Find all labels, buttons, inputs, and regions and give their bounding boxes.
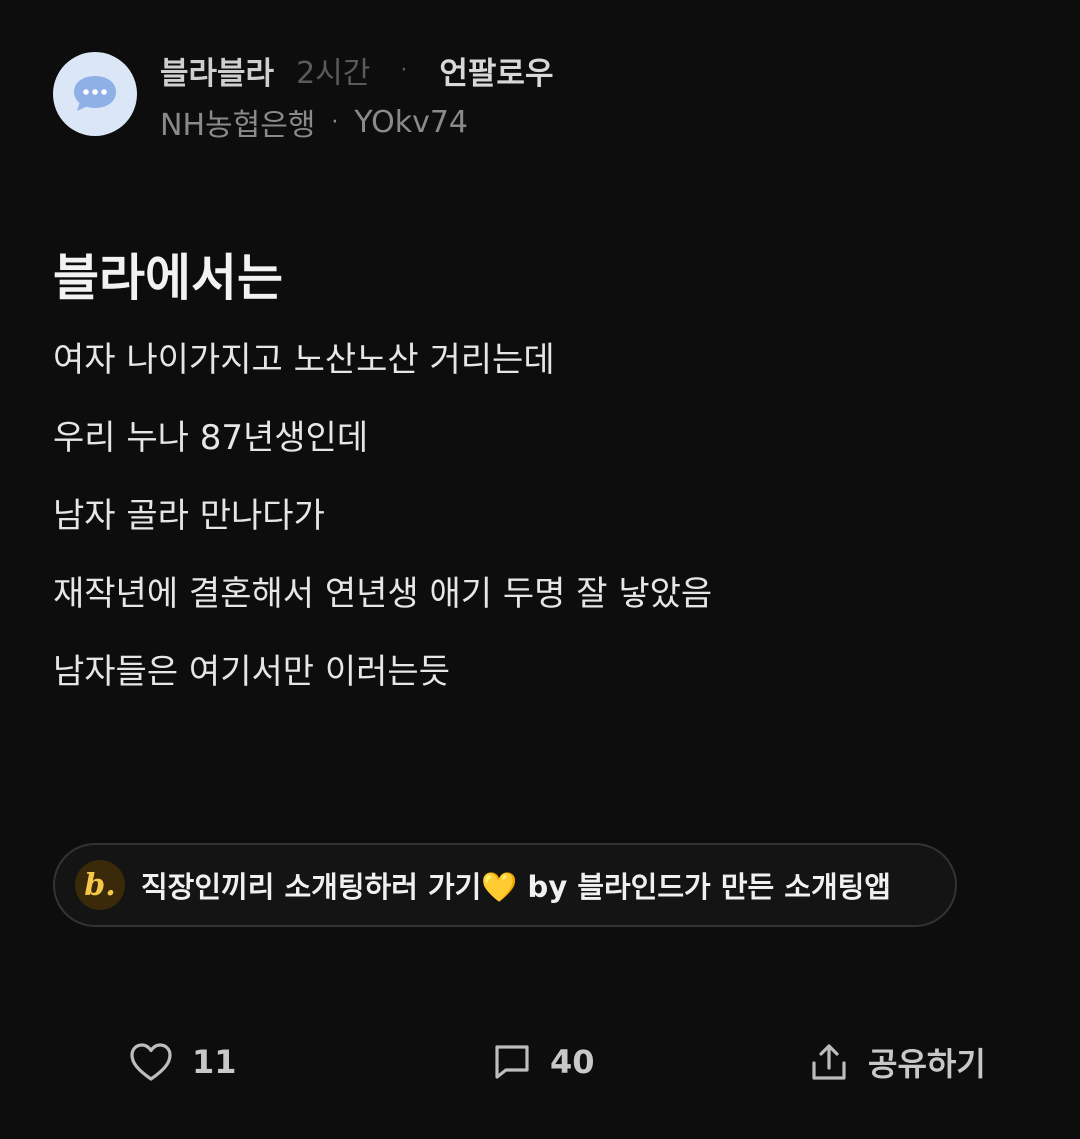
board-name[interactable]: 블라블라: [160, 48, 274, 93]
comment-button[interactable]: 40: [492, 1030, 595, 1094]
body-line: 우리 누나 87년생인데: [53, 418, 369, 458]
company-name: NH농협은행: [160, 108, 316, 143]
meta-separator: ·: [400, 57, 408, 83]
body-line: 여자 나이가지고 노산노산 거리는데: [53, 340, 555, 380]
avatar[interactable]: [53, 52, 137, 136]
chat-bubble-icon: [74, 76, 116, 111]
post-title: 블라에서는: [53, 249, 283, 307]
unfollow-button[interactable]: 언팔로우: [439, 48, 553, 93]
share-icon: [812, 1044, 846, 1080]
body-line: 남자 골라 만나다가: [53, 496, 325, 536]
post-time: 2시간: [296, 56, 371, 91]
promo-text: 직장인끼리 소개팅하러 가기💛 by 블라인드가 만든 소개팅앱: [141, 870, 891, 904]
comment-count: 40: [550, 1043, 595, 1081]
like-button[interactable]: 11: [128, 1030, 237, 1094]
like-count: 11: [192, 1043, 237, 1081]
heart-icon: [130, 1043, 172, 1081]
share-button[interactable]: 공유하기: [808, 1030, 986, 1094]
body-line: 재작년에 결혼해서 연년생 애기 두명 잘 낳았음: [53, 574, 713, 614]
blind-logo-icon: b.: [75, 860, 125, 910]
post-body: 여자 나이가지고 노산노산 거리는데 우리 누나 87년생인데 남자 골라 만나…: [53, 334, 1033, 724]
share-label: 공유하기: [868, 1045, 986, 1083]
post-meta-author: NH농협은행 · YOkv74: [160, 104, 469, 144]
promo-banner[interactable]: b. 직장인끼리 소개팅하러 가기💛 by 블라인드가 만든 소개팅앱: [53, 843, 957, 927]
author-id: YOkv74: [354, 104, 469, 140]
post-header: 블라블라 2시간 · 언팔로우 NH농협은행 · YOkv74: [53, 52, 1013, 144]
body-line: 남자들은 여기서만 이러는듯: [53, 652, 450, 692]
post-meta-top: 블라블라 2시간 · 언팔로우: [160, 52, 553, 92]
comment-icon: [495, 1045, 529, 1079]
action-bar: 11 40 공유하기: [0, 1030, 1080, 1094]
meta-separator: ·: [331, 109, 339, 135]
